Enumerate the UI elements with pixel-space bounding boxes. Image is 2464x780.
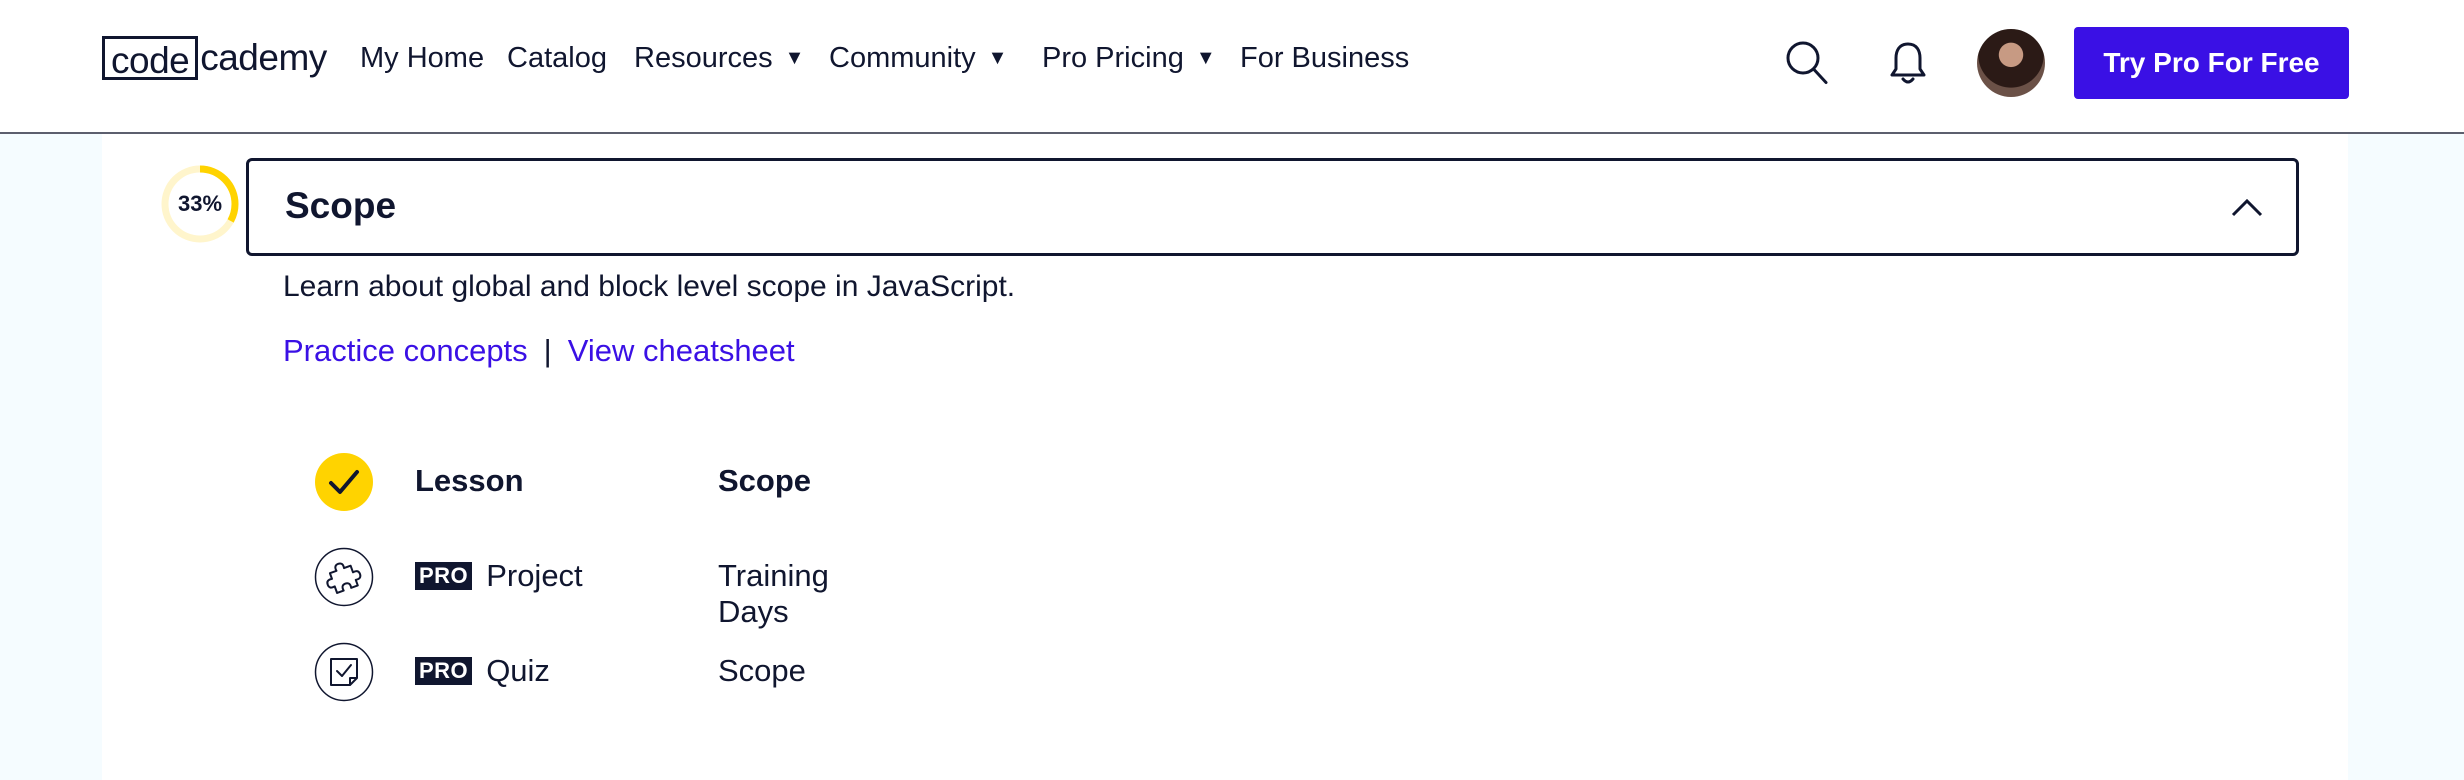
item-type: PRO Project — [415, 558, 583, 594]
view-cheatsheet-link[interactable]: View cheatsheet — [568, 333, 795, 369]
nav-label: Pro Pricing — [1042, 42, 1184, 74]
search-icon[interactable] — [1785, 40, 1829, 86]
nav-label: Catalog — [507, 42, 607, 74]
chevron-up-icon — [2231, 198, 2263, 217]
pro-badge: PRO — [415, 562, 473, 590]
nav-label: Community — [829, 42, 976, 74]
bell-icon[interactable] — [1888, 40, 1928, 86]
item-type: PRO Quiz — [415, 653, 550, 689]
caret-down-icon: ▼ — [784, 47, 805, 69]
practice-concepts-link[interactable]: Practice concepts — [283, 333, 528, 369]
link-separator: | — [543, 333, 552, 368]
nav-label: Resources — [634, 42, 773, 74]
nav-my-home[interactable]: My Home — [360, 42, 484, 75]
logo-text: cademy — [200, 37, 327, 78]
item-title[interactable]: Scope — [718, 463, 811, 499]
nav-community[interactable]: Community ▼ — [829, 42, 1007, 75]
nav-label: My Home — [360, 42, 485, 74]
user-avatar[interactable] — [1977, 29, 2045, 97]
logo-boxed-text: code — [102, 36, 199, 81]
nav-label: For Business — [1240, 42, 1410, 74]
item-title[interactable]: Training Days — [718, 558, 829, 630]
item-title[interactable]: Scope — [718, 653, 806, 689]
module-accordion-header[interactable]: Scope — [246, 158, 2299, 256]
codecademy-logo[interactable]: code cademy — [102, 33, 327, 83]
nav-resources[interactable]: Resources ▼ — [634, 42, 804, 75]
check-icon — [315, 453, 373, 511]
module-links: Practice concepts | View cheatsheet — [283, 333, 795, 369]
item-type-label: Quiz — [486, 653, 550, 688]
top-navigation-bar: code cademy My Home Catalog Resources ▼ C… — [0, 0, 2464, 134]
item-type-label: Lesson — [415, 463, 524, 498]
caret-down-icon: ▼ — [1195, 47, 1216, 69]
pro-badge: PRO — [415, 657, 473, 685]
quiz-note-icon — [314, 642, 374, 702]
item-type-label: Project — [486, 558, 583, 593]
module-description: Learn about global and block level scope… — [283, 270, 1016, 303]
caret-down-icon: ▼ — [987, 47, 1008, 69]
nav-pro-pricing[interactable]: Pro Pricing ▼ — [1042, 42, 1216, 75]
module-title: Scope — [285, 185, 397, 226]
puzzle-icon — [314, 547, 374, 607]
module-progress-label: 33% — [177, 191, 223, 216]
try-pro-button[interactable]: Try Pro For Free — [2074, 27, 2349, 99]
nav-catalog[interactable]: Catalog — [507, 42, 607, 75]
nav-for-business[interactable]: For Business — [1240, 42, 1409, 75]
